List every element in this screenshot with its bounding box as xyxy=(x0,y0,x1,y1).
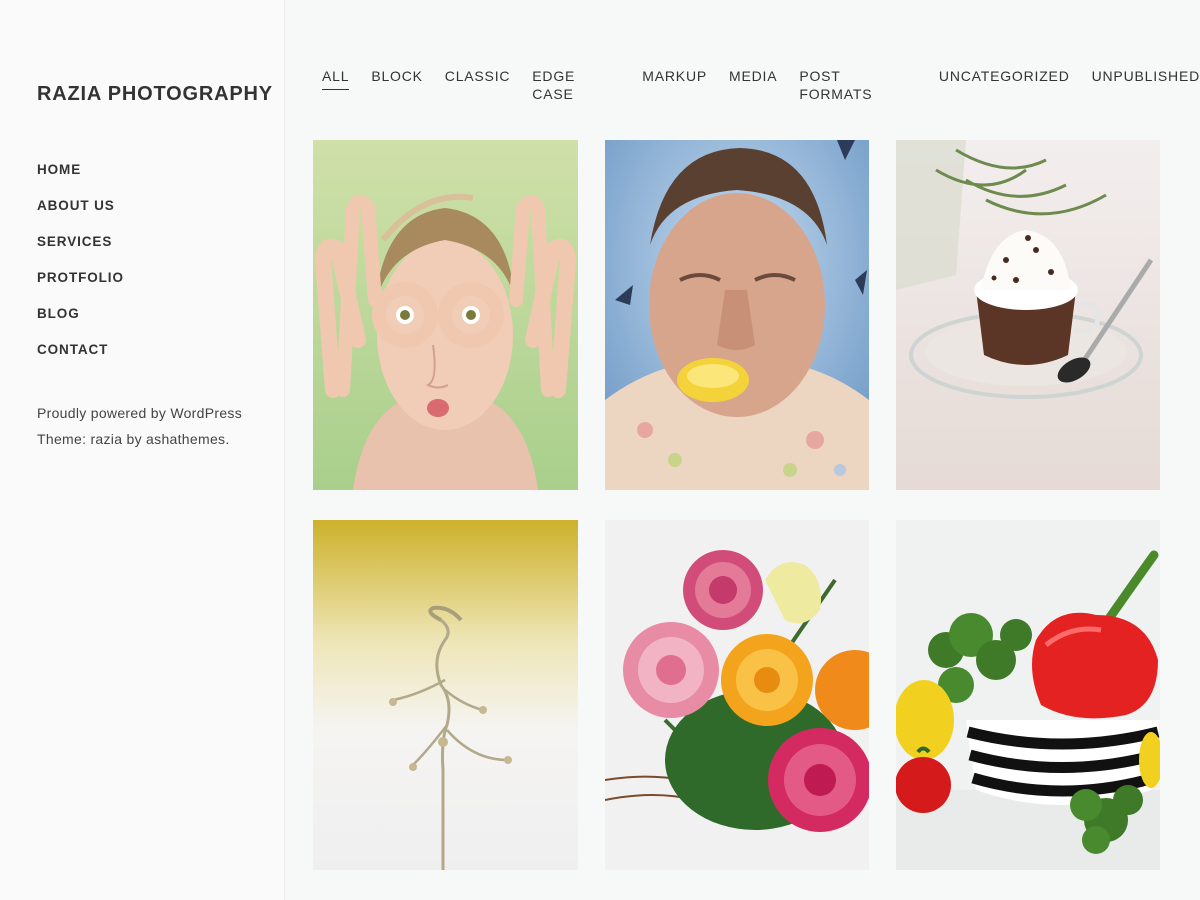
filter-item-unpublished: UNPUBLISHED xyxy=(1092,67,1200,107)
filter-item-markup: MARKUP xyxy=(642,67,707,107)
sidebar: RAZIA PHOTOGRAPHY HOME ABOUT US SERVICES… xyxy=(0,0,285,900)
filter-all[interactable]: ALL xyxy=(322,67,350,90)
nav-item-services: SERVICES xyxy=(37,233,124,269)
filter-item-classic: CLASSIC xyxy=(445,67,511,107)
nav-link-contact[interactable]: CONTACT xyxy=(37,341,108,359)
nav-link-blog[interactable]: BLOG xyxy=(37,305,80,323)
filter-uncategorized[interactable]: UNCATEGORIZED xyxy=(939,67,1070,89)
main-navigation: HOME ABOUT US SERVICES PROTFOLIO BLOG CO… xyxy=(37,161,124,377)
filter-media[interactable]: MEDIA xyxy=(729,67,777,89)
filter-block[interactable]: BLOCK xyxy=(371,67,422,89)
nav-link-about-us[interactable]: ABOUT US xyxy=(37,197,115,215)
filter-classic[interactable]: CLASSIC xyxy=(445,67,511,89)
nav-item-about-us: ABOUT US xyxy=(37,197,124,233)
filter-item-media: MEDIA xyxy=(729,67,777,107)
site-info: Proudly powered by WordPress Theme: razi… xyxy=(37,400,242,452)
portfolio-filter: ALL BLOCK CLASSIC EDGE CASE MARKUP MEDIA… xyxy=(322,67,1200,107)
theme-credit-link[interactable]: Theme: razia by ashathemes. xyxy=(37,431,230,447)
woman-finger-goggles-photo xyxy=(313,140,578,490)
gallery-item-5[interactable] xyxy=(605,520,869,870)
nav-item-portfolio: PROTFOLIO xyxy=(37,269,124,305)
vegetables-bowl-photo xyxy=(896,520,1160,870)
nav-link-portfolio[interactable]: PROTFOLIO xyxy=(37,269,124,287)
gallery-item-1[interactable] xyxy=(313,140,578,490)
gallery-item-3[interactable] xyxy=(896,140,1160,490)
filter-item-edge-case: EDGE CASE xyxy=(532,67,620,107)
site-title[interactable]: RAZIA PHOTOGRAPHY xyxy=(37,83,273,106)
filter-item-uncategorized: UNCATEGORIZED xyxy=(939,67,1070,107)
filter-markup[interactable]: MARKUP xyxy=(642,67,707,89)
filter-post-formats[interactable]: POST FORMATS xyxy=(799,67,917,107)
filter-unpublished[interactable]: UNPUBLISHED xyxy=(1092,67,1200,89)
nav-link-home[interactable]: HOME xyxy=(37,161,81,179)
hot-chocolate-cup-photo xyxy=(896,140,1160,490)
nav-item-blog: BLOG xyxy=(37,305,124,341)
nav-link-services[interactable]: SERVICES xyxy=(37,233,112,251)
gallery-item-6[interactable] xyxy=(896,520,1160,870)
filter-item-all: ALL xyxy=(322,67,350,107)
powered-by-link[interactable]: Proudly powered by WordPress xyxy=(37,405,242,421)
filter-item-post-formats: POST FORMATS xyxy=(799,67,917,107)
flower-bouquet-photo xyxy=(605,520,869,870)
gallery-item-2[interactable] xyxy=(605,140,869,490)
filter-item-block: BLOCK xyxy=(371,67,422,107)
gallery-item-4[interactable] xyxy=(313,520,578,870)
water-splash-sculpture-photo xyxy=(313,520,578,870)
man-lemon-mouth-photo xyxy=(605,140,869,490)
nav-item-home: HOME xyxy=(37,161,124,197)
filter-edge-case[interactable]: EDGE CASE xyxy=(532,67,620,107)
nav-item-contact: CONTACT xyxy=(37,341,124,377)
